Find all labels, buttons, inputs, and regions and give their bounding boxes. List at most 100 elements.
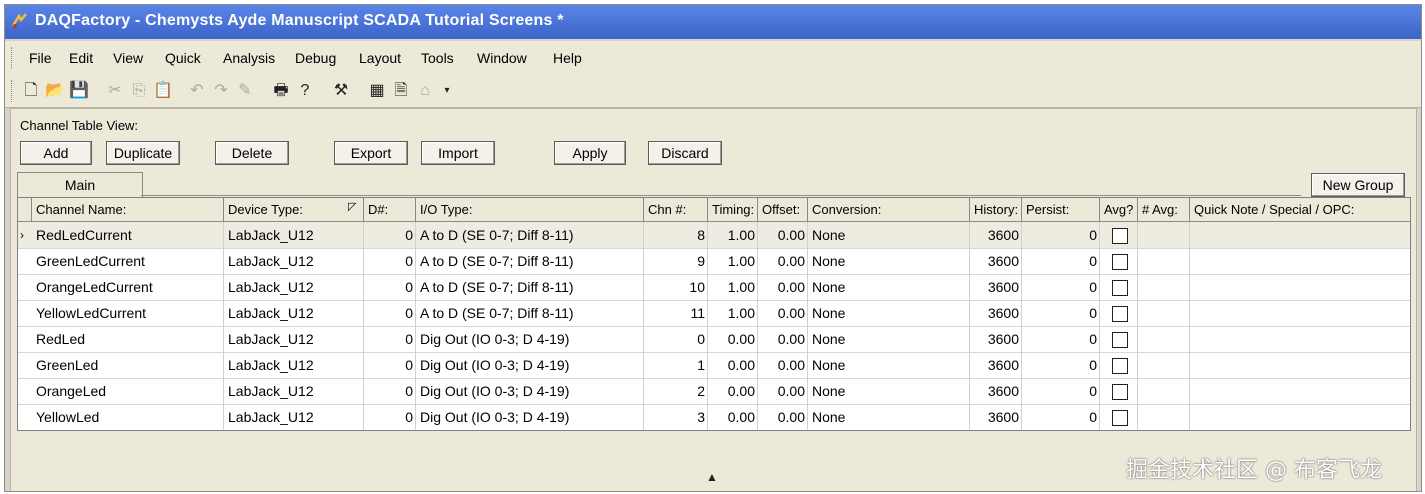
cell-offset[interactable]: 0.00 — [758, 222, 808, 248]
discard-button[interactable]: Discard — [648, 141, 722, 165]
menu-window[interactable]: Window — [477, 50, 527, 66]
tab-main[interactable]: Main — [17, 172, 143, 197]
cell-persist[interactable]: 0 — [1022, 352, 1100, 378]
header-quick-note[interactable]: Quick Note / Special / OPC: — [1190, 198, 1410, 221]
cell-timing[interactable]: 0.00 — [708, 378, 758, 404]
header-conversion[interactable]: Conversion: — [808, 198, 970, 221]
cell-chn[interactable]: 0 — [644, 326, 708, 352]
cell-offset[interactable]: 0.00 — [758, 404, 808, 430]
table-row[interactable]: YellowLedCurrent LabJack_U12 0 A to D (SE 0… — [18, 300, 1410, 327]
cell-quick-note[interactable] — [1190, 352, 1410, 378]
menu-tools[interactable]: Tools — [421, 50, 454, 66]
cell-conversion[interactable]: None — [808, 222, 970, 248]
cell-history[interactable]: 3600 — [970, 404, 1022, 430]
avg-checkbox[interactable] — [1112, 358, 1128, 374]
cell-history[interactable]: 3600 — [970, 222, 1022, 248]
cell-conversion[interactable]: None — [808, 378, 970, 404]
header-timing[interactable]: Timing: — [708, 198, 758, 221]
menu-quick[interactable]: Quick — [165, 50, 201, 66]
cell-name[interactable]: YellowLedCurrent — [32, 300, 224, 326]
export-button[interactable]: Export — [334, 141, 408, 165]
avg-checkbox[interactable] — [1112, 384, 1128, 400]
cell-chn[interactable]: 3 — [644, 404, 708, 430]
cell-num-avg[interactable] — [1138, 222, 1190, 248]
cell-persist[interactable]: 0 — [1022, 274, 1100, 300]
cell-history[interactable]: 3600 — [970, 274, 1022, 300]
calculator-icon[interactable]: ▦ — [367, 81, 387, 101]
cell-iotype[interactable]: Dig Out (IO 0-3; D 4-19) — [416, 404, 644, 430]
table-row[interactable]: OrangeLedCurrent LabJack_U12 0 A to D (SE 0… — [18, 274, 1410, 301]
cell-persist[interactable]: 0 — [1022, 378, 1100, 404]
avg-checkbox[interactable] — [1112, 306, 1128, 322]
cell-quick-note[interactable] — [1190, 222, 1410, 248]
cell-name[interactable]: GreenLed — [32, 352, 224, 378]
tools-icon[interactable]: ⚒ — [331, 81, 351, 101]
cell-quick-note[interactable] — [1190, 378, 1410, 404]
cell-chn[interactable]: 10 — [644, 274, 708, 300]
avg-checkbox[interactable] — [1112, 332, 1128, 348]
table-row[interactable]: GreenLed LabJack_U12 0 Dig Out (IO 0-3; D 4… — [18, 352, 1410, 379]
cell-timing[interactable]: 1.00 — [708, 248, 758, 274]
cell-conversion[interactable]: None — [808, 404, 970, 430]
avg-checkbox[interactable] — [1112, 410, 1128, 426]
open-folder-icon[interactable]: 📂 — [45, 81, 65, 101]
cell-num-avg[interactable] — [1138, 326, 1190, 352]
cell-dnum[interactable]: 0 — [364, 404, 416, 430]
document-icon[interactable]: 🗎 — [391, 81, 411, 101]
avg-checkbox[interactable] — [1112, 228, 1128, 244]
cell-name[interactable]: RedLed — [32, 326, 224, 352]
cell-iotype[interactable]: A to D (SE 0-7; Diff 8-11) — [416, 274, 644, 300]
cell-chn[interactable]: 9 — [644, 248, 708, 274]
table-row[interactable]: GreenLedCurrent LabJack_U12 0 A to D (SE 0-… — [18, 248, 1410, 275]
cell-quick-note[interactable] — [1190, 274, 1410, 300]
cell-iotype[interactable]: Dig Out (IO 0-3; D 4-19) — [416, 326, 644, 352]
cell-dnum[interactable]: 0 — [364, 352, 416, 378]
cell-iotype[interactable]: A to D (SE 0-7; Diff 8-11) — [416, 222, 644, 248]
cell-device[interactable]: LabJack_U12 — [224, 248, 364, 274]
avg-checkbox[interactable] — [1112, 280, 1128, 296]
add-button[interactable]: Add — [20, 141, 92, 165]
cell-device[interactable]: LabJack_U12 — [224, 222, 364, 248]
cell-persist[interactable]: 0 — [1022, 222, 1100, 248]
cell-timing[interactable]: 0.00 — [708, 404, 758, 430]
cell-quick-note[interactable] — [1190, 404, 1410, 430]
redo-icon[interactable]: ↷ — [211, 81, 231, 101]
header-chn[interactable]: Chn #: — [644, 198, 708, 221]
cell-iotype[interactable]: A to D (SE 0-7; Diff 8-11) — [416, 300, 644, 326]
cell-conversion[interactable]: None — [808, 300, 970, 326]
cell-dnum[interactable]: 0 — [364, 248, 416, 274]
cell-device[interactable]: LabJack_U12 — [224, 300, 364, 326]
cell-persist[interactable]: 0 — [1022, 248, 1100, 274]
header-avg[interactable]: Avg? — [1100, 198, 1138, 221]
cell-name[interactable]: OrangeLed — [32, 378, 224, 404]
cell-dnum[interactable]: 0 — [364, 300, 416, 326]
header-dnum[interactable]: D#: — [364, 198, 416, 221]
cell-timing[interactable]: 0.00 — [708, 352, 758, 378]
menu-debug[interactable]: Debug — [295, 50, 336, 66]
new-group-button[interactable]: New Group — [1311, 173, 1405, 197]
import-button[interactable]: Import — [421, 141, 495, 165]
save-icon[interactable]: 💾 — [69, 81, 89, 101]
cell-persist[interactable]: 0 — [1022, 300, 1100, 326]
menu-help[interactable]: Help — [553, 50, 582, 66]
cell-quick-note[interactable] — [1190, 326, 1410, 352]
cell-num-avg[interactable] — [1138, 378, 1190, 404]
header-num-avg[interactable]: # Avg: — [1138, 198, 1190, 221]
header-history[interactable]: History: — [970, 198, 1022, 221]
table-row[interactable]: OrangeLed LabJack_U12 0 Dig Out (IO 0-3; D … — [18, 378, 1410, 405]
header-persist[interactable]: Persist: — [1022, 198, 1100, 221]
cell-quick-note[interactable] — [1190, 300, 1410, 326]
cell-device[interactable]: LabJack_U12 — [224, 274, 364, 300]
cell-persist[interactable]: 0 — [1022, 326, 1100, 352]
avg-checkbox[interactable] — [1112, 254, 1128, 270]
cell-history[interactable]: 3600 — [970, 352, 1022, 378]
cell-device[interactable]: LabJack_U12 — [224, 404, 364, 430]
cell-conversion[interactable]: None — [808, 274, 970, 300]
copy-icon[interactable]: ⎘ — [129, 81, 149, 101]
cell-chn[interactable]: 8 — [644, 222, 708, 248]
table-row[interactable]: YellowLed LabJack_U12 0 Dig Out (IO 0-3; D … — [18, 404, 1410, 430]
header-io-type[interactable]: I/O Type: — [416, 198, 644, 221]
cell-device[interactable]: LabJack_U12 — [224, 326, 364, 352]
cell-num-avg[interactable] — [1138, 352, 1190, 378]
cell-device[interactable]: LabJack_U12 — [224, 378, 364, 404]
